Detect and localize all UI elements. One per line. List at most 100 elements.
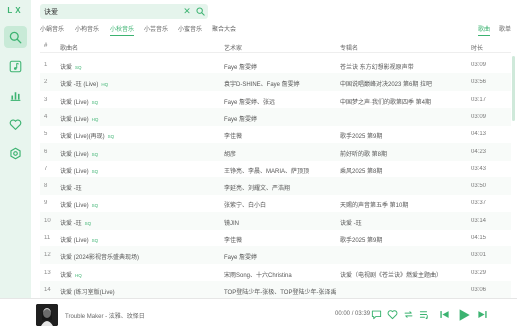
song-duration: 03:56 bbox=[471, 79, 487, 86]
tab-source-3[interactable]: 小秋音乐 bbox=[110, 26, 135, 36]
header-artist[interactable]: 艺术家 bbox=[224, 43, 242, 52]
row-index: 4 bbox=[44, 113, 48, 120]
playlist-button[interactable] bbox=[418, 308, 431, 321]
sidebar: LX bbox=[0, 0, 31, 330]
tab-playlists[interactable]: 歌单 bbox=[499, 26, 511, 35]
nav-favorites[interactable] bbox=[4, 113, 27, 135]
table-row[interactable]: 3 诀爱 (Live) SQ Faye 詹雯婷、张远 中国梦之声·我们的歌第四季 第4期… bbox=[40, 91, 511, 109]
song-artist[interactable]: 镜JIN bbox=[224, 218, 336, 227]
repeat-button[interactable] bbox=[402, 308, 415, 321]
nav-leaderboard[interactable] bbox=[4, 84, 27, 106]
song-name: 诀爱 SQ bbox=[60, 62, 220, 71]
song-album[interactable]: 中国说唱巅峰对决2023 第6期 拉吧 bbox=[340, 79, 466, 88]
clear-search-button[interactable]: ✕ bbox=[181, 5, 193, 18]
tab-source-1[interactable]: 小蜗音乐 bbox=[40, 26, 64, 35]
song-artist[interactable]: 李佳薇 bbox=[224, 235, 336, 244]
song-album[interactable]: 天赐的声音第五季 第10期 bbox=[340, 200, 466, 209]
search-input[interactable] bbox=[44, 5, 169, 18]
song-duration: 04:23 bbox=[471, 148, 487, 155]
music-note-icon bbox=[9, 60, 22, 72]
search-button[interactable] bbox=[194, 5, 207, 18]
header-duration[interactable]: 时长 bbox=[471, 43, 483, 52]
play-icon bbox=[459, 308, 470, 321]
song-artist[interactable]: Faye 詹雯婷 bbox=[224, 62, 336, 71]
table-row[interactable]: 12 诀爱 (2024影视音乐盛典现场) Faye 詹雯婷 03:01 bbox=[40, 246, 511, 265]
tab-source-4[interactable]: 小芸音乐 bbox=[144, 26, 168, 35]
song-artist[interactable]: 宋雨Song、十六Christina bbox=[224, 270, 336, 279]
row-index: 3 bbox=[44, 96, 48, 103]
album-cover[interactable] bbox=[36, 304, 58, 326]
row-index: 5 bbox=[44, 131, 48, 138]
table-row[interactable]: 10 诀爱 -珏 SQ 镜JIN 诀爱 -珏 03:14 bbox=[40, 211, 511, 230]
song-album[interactable]: 前好听的歌 第8期 bbox=[340, 149, 466, 158]
song-artist[interactable]: Faye 詹雯婷 bbox=[224, 114, 336, 123]
playlist-icon bbox=[419, 311, 428, 320]
table-row[interactable]: 7 诀爱 (Live) SQ 王铮亮、李晨、MARIA、萨顶顶 乘风2025 第8期 03… bbox=[40, 160, 511, 178]
song-title: 诀爱 -珏 bbox=[60, 220, 82, 227]
song-artist[interactable]: 袁宇D-SHINE、Faye 詹雯婷 bbox=[224, 79, 336, 88]
table-row[interactable]: 2 诀爱 -珏 (Live) HQ 袁宇D-SHINE、Faye 詹雯婷 中国说唱巅峰对… bbox=[40, 73, 511, 92]
song-artist[interactable]: TOP登陆少年-张极、TOP登陆少年-张泽禹 bbox=[224, 287, 336, 296]
scrollbar[interactable] bbox=[512, 56, 515, 296]
close-icon: ✕ bbox=[183, 6, 191, 16]
song-artist[interactable]: 李佳薇 bbox=[224, 131, 336, 140]
song-artist[interactable]: Faye 詹雯婷 bbox=[224, 252, 336, 261]
song-artist[interactable]: 胡彦 bbox=[224, 149, 336, 158]
table-row[interactable]: 13 诀爱 HQ 宋雨Song、十六Christina 诀爱（电视剧《苍兰诀》燃爱主题曲… bbox=[40, 264, 511, 282]
tab-songs[interactable]: 歌曲 bbox=[478, 26, 491, 36]
row-index: 1 bbox=[44, 62, 48, 68]
table-row[interactable]: 14 诀爱 (练习室版(Live) TOP登陆少年-张极、TOP登陆少年-张泽禹 03… bbox=[40, 280, 511, 299]
song-duration: 03:01 bbox=[471, 252, 487, 259]
table-row[interactable]: 6 诀爱 (Live) SQ 胡彦 前好听的歌 第8期 04:23 bbox=[40, 142, 511, 161]
song-album[interactable]: 乘风2025 第8期 bbox=[340, 166, 466, 175]
song-album[interactable]: 诀爱（电视剧《苍兰诀》燃爱主题曲） bbox=[340, 270, 466, 279]
row-index: 6 bbox=[44, 148, 48, 155]
current-time: 00:00 bbox=[335, 311, 351, 317]
row-index: 10 bbox=[44, 217, 51, 224]
tab-source-2[interactable]: 小枸音乐 bbox=[75, 26, 99, 35]
bar-chart-icon bbox=[10, 91, 21, 101]
song-album[interactable]: 诀爱 -珏 bbox=[340, 218, 466, 227]
song-album[interactable]: 苍兰诀 东方幻想影视原声带 bbox=[340, 62, 466, 71]
header-index: # bbox=[44, 43, 48, 49]
header-album[interactable]: 专辑名 bbox=[340, 43, 358, 52]
header-song-name[interactable]: 歌曲名 bbox=[60, 43, 78, 52]
nav-settings[interactable] bbox=[4, 142, 27, 164]
song-duration: 03:09 bbox=[471, 113, 487, 120]
play-button[interactable] bbox=[456, 307, 471, 322]
table-header: # 歌曲名 艺术家 专辑名 时长 bbox=[40, 40, 511, 53]
quality-badge: SQ bbox=[84, 220, 92, 226]
table-row[interactable]: 8 诀爱 -珏 李延亮、刘耀文、严浩翔 03:50 bbox=[40, 177, 511, 196]
now-playing-title[interactable]: Trouble Maker - 泫雅、玟怿日 bbox=[65, 311, 145, 320]
song-name: 诀爱 HQ bbox=[60, 270, 220, 279]
song-duration: 04:15 bbox=[471, 235, 487, 241]
row-index: 8 bbox=[44, 183, 48, 190]
table-row[interactable]: 5 诀爱 (Live)(再现) SQ 李佳薇 歌手2025 第9期 04:13 bbox=[40, 125, 511, 143]
song-name: 诀爱 -珏 bbox=[60, 183, 220, 192]
table-row[interactable]: 11 诀爱 (Live) SQ 李佳薇 歌手2025 第9期 04:15 bbox=[40, 229, 511, 247]
next-button[interactable] bbox=[476, 308, 489, 321]
quality-badge: SQ bbox=[91, 238, 99, 243]
favorite-button[interactable] bbox=[386, 308, 399, 321]
nav-search[interactable] bbox=[4, 26, 27, 48]
song-duration: 03:50 bbox=[471, 183, 487, 190]
song-album[interactable]: 中国梦之声·我们的歌第四季 第4期 bbox=[340, 97, 466, 106]
song-album[interactable]: 歌手2025 第9期 bbox=[340, 131, 466, 140]
song-artist[interactable]: 张紫宁、白小白 bbox=[224, 200, 336, 209]
song-artist[interactable]: 李延亮、刘耀文、严浩翔 bbox=[224, 183, 336, 192]
song-artist[interactable]: Faye 詹雯婷、张远 bbox=[224, 97, 336, 106]
row-index: 14 bbox=[44, 286, 51, 293]
tab-source-5[interactable]: 小蜜音乐 bbox=[178, 26, 202, 35]
previous-button[interactable] bbox=[438, 308, 451, 321]
song-artist[interactable]: 王铮亮、李晨、MARIA、萨顶顶 bbox=[224, 166, 336, 175]
table-row[interactable]: 1 诀爱 SQ Faye 詹雯婷 苍兰诀 东方幻想影视原声带 03:09 bbox=[40, 56, 511, 74]
table-row[interactable]: 4 诀爱 (Live) HQ Faye 詹雯婷 03:09 bbox=[40, 107, 511, 126]
song-album[interactable]: 歌手2025 第9期 bbox=[340, 235, 466, 244]
comment-button[interactable] bbox=[370, 308, 383, 321]
song-duration: 03:17 bbox=[471, 96, 487, 103]
table-row[interactable]: 9 诀爱 (Live) SQ 张紫宁、白小白 天赐的声音第五季 第10期 03:37 bbox=[40, 194, 511, 212]
tab-source-6[interactable]: 聚合大会 bbox=[212, 26, 236, 35]
song-duration: 03:37 bbox=[471, 200, 487, 207]
nav-song-list[interactable] bbox=[4, 55, 27, 77]
scrollbar-thumb[interactable] bbox=[512, 56, 515, 121]
